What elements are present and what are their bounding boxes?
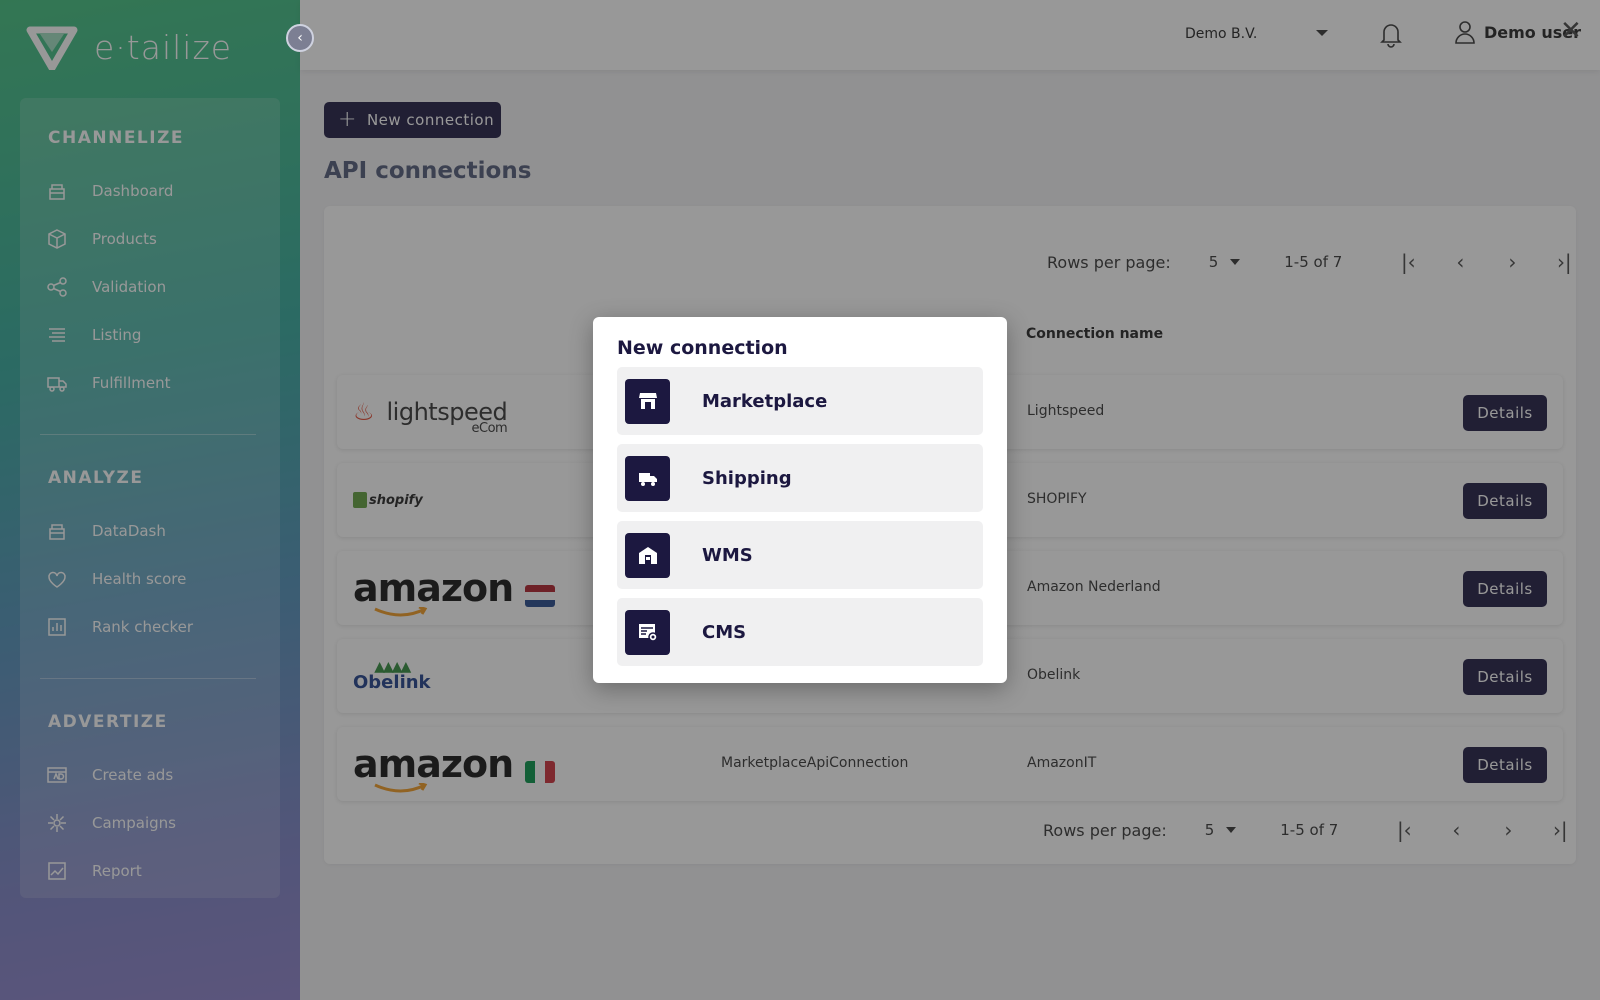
- chevron-left-icon: ‹: [297, 30, 303, 46]
- dialog-title: New connection: [617, 337, 788, 359]
- option-label: CMS: [702, 621, 747, 643]
- option-marketplace[interactable]: Marketplace: [617, 367, 983, 435]
- option-label: Marketplace: [702, 390, 828, 412]
- option-cms[interactable]: CMS: [617, 598, 983, 666]
- truck-icon: [625, 455, 670, 501]
- warehouse-icon: [625, 532, 670, 578]
- option-label: WMS: [702, 544, 753, 566]
- store-icon: [625, 378, 670, 424]
- option-label: Shipping: [702, 467, 792, 489]
- new-connection-dialog: New connection Marketplace Shipping WMS …: [593, 317, 1007, 683]
- cms-icon: [625, 609, 670, 655]
- collapse-sidebar-button[interactable]: ‹: [286, 24, 314, 52]
- option-shipping[interactable]: Shipping: [617, 444, 983, 512]
- option-wms[interactable]: WMS: [617, 521, 983, 589]
